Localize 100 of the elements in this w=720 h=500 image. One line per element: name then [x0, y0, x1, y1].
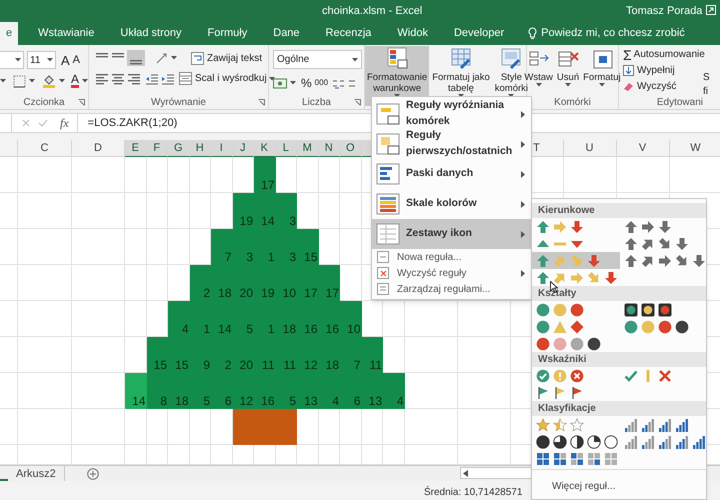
- table-cell[interactable]: 15: [168, 337, 190, 373]
- menu-item[interactable]: Zestawy ikon: [372, 219, 531, 249]
- table-cell[interactable]: [146, 157, 168, 193]
- table-cell[interactable]: 12: [297, 337, 318, 373]
- shrink-font-button[interactable]: A: [72, 54, 80, 66]
- table-cell[interactable]: 15: [297, 229, 318, 265]
- table-cell[interactable]: [125, 229, 146, 265]
- table-cell[interactable]: [297, 409, 318, 445]
- table-cell[interactable]: [211, 157, 232, 193]
- select-all-corner[interactable]: [0, 140, 18, 157]
- autosum-button[interactable]: ΣAutosumowanie: [623, 47, 703, 62]
- function-button[interactable]: fx: [60, 114, 69, 132]
- column-header[interactable]: C: [18, 140, 72, 157]
- table-cell[interactable]: 5: [276, 373, 297, 409]
- table-cell[interactable]: [404, 373, 458, 409]
- grow-font-button[interactable]: A: [61, 54, 70, 66]
- table-cell[interactable]: [318, 193, 340, 229]
- column-header[interactable]: K: [254, 140, 276, 157]
- table-cell[interactable]: [168, 193, 190, 229]
- table-cell[interactable]: [318, 157, 340, 193]
- right-align-icon[interactable]: [127, 72, 141, 86]
- table-cell[interactable]: 4: [318, 373, 340, 409]
- table-cell[interactable]: 4: [168, 301, 190, 337]
- ribbon-tab[interactable]: e: [0, 22, 18, 45]
- menu-item[interactable]: Zarządzaj regułami...: [372, 281, 531, 297]
- table-cell[interactable]: 17: [297, 265, 318, 301]
- left-align-icon[interactable]: [95, 72, 109, 86]
- table-cell[interactable]: 14: [254, 193, 276, 229]
- dialog-launcher-icon[interactable]: [258, 99, 265, 106]
- table-cell[interactable]: [190, 157, 211, 193]
- font-name-field[interactable]: [0, 51, 24, 69]
- table-cell[interactable]: [564, 157, 616, 193]
- table-cell[interactable]: 3: [276, 229, 297, 265]
- table-cell[interactable]: [125, 265, 146, 301]
- column-header[interactable]: J: [232, 140, 254, 157]
- tell-me-field[interactable]: Powiedz mi, co chcesz zrobić: [528, 22, 685, 45]
- ribbon-tab[interactable]: Wstawianie: [32, 22, 100, 45]
- table-cell[interactable]: [18, 229, 72, 265]
- table-cell[interactable]: 8: [146, 373, 168, 409]
- column-header[interactable]: F: [146, 140, 168, 157]
- table-cell[interactable]: [125, 301, 146, 337]
- table-cell[interactable]: 18: [276, 301, 297, 337]
- table-cell[interactable]: [383, 301, 404, 337]
- table-cell[interactable]: [18, 157, 72, 193]
- column-header[interactable]: L: [276, 140, 297, 157]
- table-cell[interactable]: [297, 157, 318, 193]
- menu-item[interactable]: Więcej reguł...: [552, 481, 616, 492]
- table-cell[interactable]: 18: [211, 265, 232, 301]
- table-cell[interactable]: [404, 409, 458, 445]
- table-cell[interactable]: [458, 409, 510, 445]
- table-cell[interactable]: [18, 193, 72, 229]
- table-cell[interactable]: 20: [232, 265, 254, 301]
- table-cell[interactable]: 11: [362, 337, 383, 373]
- table-cell[interactable]: [0, 193, 18, 229]
- dialog-launcher-icon[interactable]: [354, 99, 361, 106]
- ribbon-button[interactable]: S fi: [703, 65, 714, 105]
- table-cell[interactable]: 2: [190, 265, 211, 301]
- table-cell[interactable]: 1: [254, 229, 276, 265]
- column-header[interactable]: O: [340, 140, 362, 157]
- table-cell[interactable]: 4: [383, 373, 404, 409]
- menu-item[interactable]: Paski danych: [372, 159, 531, 189]
- table-cell[interactable]: 3: [232, 229, 254, 265]
- table-cell[interactable]: 14: [211, 301, 232, 337]
- table-cell[interactable]: [146, 265, 168, 301]
- font-size-field[interactable]: 11: [27, 51, 56, 69]
- menu-item[interactable]: Skale kolorów: [372, 189, 531, 219]
- table-cell[interactable]: [125, 409, 146, 445]
- column-header[interactable]: D: [72, 140, 125, 157]
- table-cell[interactable]: [0, 373, 18, 409]
- borders-icon[interactable]: [12, 74, 26, 88]
- table-cell[interactable]: [125, 157, 146, 193]
- table-cell[interactable]: [0, 265, 18, 301]
- column-header[interactable]: E: [125, 140, 146, 157]
- decrease-indent-icon[interactable]: [145, 72, 159, 86]
- table-cell[interactable]: [0, 157, 18, 193]
- column-header[interactable]: G: [168, 140, 190, 157]
- ribbon-tab[interactable]: Developer: [448, 22, 510, 45]
- table-cell[interactable]: [72, 157, 125, 193]
- percent-button[interactable]: %: [301, 74, 312, 92]
- ribbon-tab[interactable]: Układ strony: [114, 22, 188, 45]
- table-cell[interactable]: 15: [146, 337, 168, 373]
- table-cell[interactable]: [404, 301, 458, 337]
- center-align-icon[interactable]: [111, 72, 125, 86]
- fill-button[interactable]: Wypełnij: [623, 63, 703, 78]
- table-cell[interactable]: [125, 193, 146, 229]
- table-cell[interactable]: 1: [190, 301, 211, 337]
- table-cell[interactable]: [383, 409, 404, 445]
- table-cell[interactable]: [616, 157, 670, 193]
- table-cell[interactable]: 13: [362, 373, 383, 409]
- ribbon-button[interactable]: Formatuj: [583, 48, 621, 87]
- table-cell[interactable]: [458, 373, 510, 409]
- table-cell[interactable]: [340, 229, 362, 265]
- thousands-button[interactable]: 000: [314, 77, 328, 89]
- table-cell[interactable]: [18, 265, 72, 301]
- table-cell[interactable]: 10: [276, 265, 297, 301]
- table-cell[interactable]: 16: [318, 301, 340, 337]
- add-sheet-icon[interactable]: [86, 468, 99, 480]
- number-format-field[interactable]: Ogólne: [273, 50, 362, 69]
- table-cell[interactable]: 9: [190, 337, 211, 373]
- table-cell[interactable]: 16: [254, 373, 276, 409]
